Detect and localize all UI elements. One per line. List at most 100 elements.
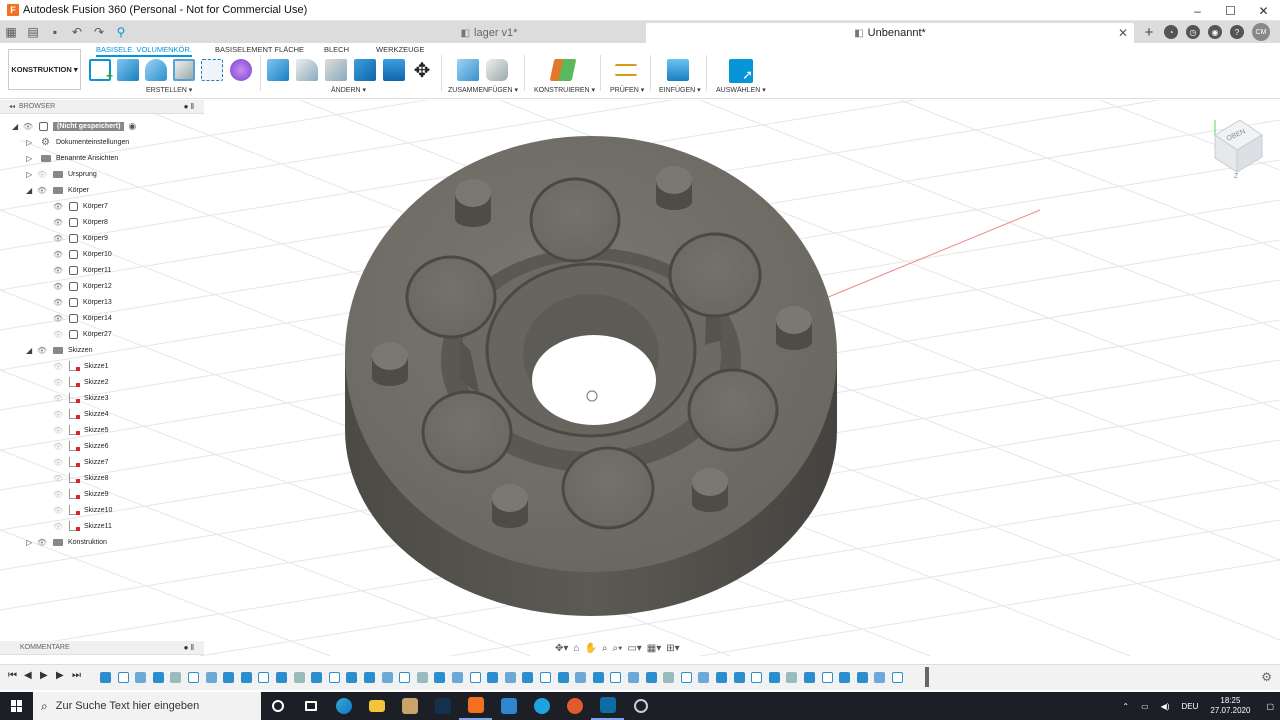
pattern-icon[interactable] xyxy=(201,59,223,81)
viewports-icon[interactable]: ⊞▾ xyxy=(666,643,679,654)
browser-item-sketch[interactable]: 👁 Skizze11 xyxy=(52,518,112,534)
video-editor-icon[interactable] xyxy=(393,692,426,720)
grid-settings-icon[interactable]: ▦▾ xyxy=(647,643,661,654)
group-inspect[interactable]: PRÜFEN ▾ xyxy=(610,86,644,94)
visibility-eye-icon[interactable]: 👁 xyxy=(52,394,64,403)
activate-radio-icon[interactable]: ◉ xyxy=(128,121,136,132)
expand-arrow-icon[interactable]: ▷ xyxy=(26,538,36,547)
app-icon[interactable] xyxy=(492,692,525,720)
collapse-icon[interactable]: ◂◂ xyxy=(9,103,15,110)
timeline-feature-icon[interactable] xyxy=(364,672,375,683)
group-construct[interactable]: KONSTRUIEREN ▾ xyxy=(534,86,595,94)
play-icon[interactable]: ▶ xyxy=(40,670,48,681)
timeline-feature-icon[interactable] xyxy=(276,672,287,683)
timeline-feature-icon[interactable] xyxy=(786,672,798,683)
task-view-icon[interactable] xyxy=(294,692,327,720)
tab-surface[interactable]: BASISELEMENT FLÄCHE xyxy=(215,45,304,54)
browser-item-body[interactable]: 👁 Körper9 xyxy=(52,230,108,246)
collapse-arrow-icon[interactable]: ◢ xyxy=(26,346,36,355)
extrude-icon[interactable] xyxy=(117,59,139,81)
timeline-feature-icon[interactable] xyxy=(716,672,727,683)
timeline-feature-icon[interactable] xyxy=(117,672,129,683)
tab-unbenannt[interactable]: ◧ Unbenannt* ✕ xyxy=(646,23,1134,43)
visibility-eye-icon[interactable]: 👁 xyxy=(52,250,64,259)
visibility-eye-icon[interactable]: 👁 xyxy=(52,378,64,387)
timeline-feature-icon[interactable] xyxy=(188,672,199,683)
timeline-feature-icon[interactable] xyxy=(557,672,569,683)
browser-item-sketches[interactable]: ◢ 👁 Skizzen xyxy=(26,342,93,358)
form-icon[interactable] xyxy=(230,59,252,81)
visibility-eye-icon[interactable]: 👁 xyxy=(36,186,48,195)
job-status-icon[interactable]: ⚲ xyxy=(110,21,132,43)
timeline-feature-icon[interactable] xyxy=(504,672,516,683)
app-icon[interactable] xyxy=(591,692,624,720)
app-icon[interactable] xyxy=(624,692,657,720)
browser-item-sketch[interactable]: 👁 Skizze2 xyxy=(52,374,109,390)
timeline-feature-icon[interactable] xyxy=(874,672,886,683)
timeline-feature-icon[interactable] xyxy=(892,672,903,683)
timeline-settings-icon[interactable]: ⚙ xyxy=(1261,670,1272,684)
timeline-feature-icon[interactable] xyxy=(135,672,147,683)
app-icon[interactable] xyxy=(525,692,558,720)
tab-sheet-metal[interactable]: BLECH xyxy=(324,45,349,54)
extensions-icon[interactable]: ◔ xyxy=(1164,25,1178,39)
visibility-eye-icon[interactable]: 👁 xyxy=(52,474,64,483)
go-to-end-icon[interactable]: ⏭ xyxy=(72,670,81,681)
pan-icon[interactable]: ✋ xyxy=(584,643,596,654)
visibility-eye-icon[interactable]: 👁 xyxy=(22,122,34,131)
visibility-eye-icon[interactable]: 👁 xyxy=(52,522,64,531)
timeline-feature-icon[interactable] xyxy=(592,672,604,683)
move-icon[interactable]: ✥ xyxy=(411,59,433,82)
notification-icon[interactable]: ▢ xyxy=(1266,702,1274,711)
notifications-icon[interactable]: ◉ xyxy=(1208,25,1222,39)
chamfer-icon[interactable] xyxy=(325,59,347,81)
visibility-eye-icon[interactable]: 👁 xyxy=(36,538,48,547)
app-icon[interactable] xyxy=(558,692,591,720)
timeline-feature-icon[interactable] xyxy=(628,672,639,683)
fillet-icon[interactable] xyxy=(296,59,318,81)
visibility-eye-icon[interactable]: 👁 xyxy=(36,170,48,179)
expand-arrow-icon[interactable]: ▷ xyxy=(26,170,36,179)
timeline-marker[interactable] xyxy=(925,667,929,687)
workspace-switcher[interactable]: KONSTRUKTION ▾ xyxy=(8,49,81,90)
timeline-feature-icon[interactable] xyxy=(768,672,780,683)
visibility-eye-icon[interactable]: 👁 xyxy=(52,426,64,435)
browser-root[interactable]: ◢ 👁 (Nicht gespeichert) ◉ xyxy=(12,118,136,134)
browser-item-body[interactable]: 👁 Körper7 xyxy=(52,198,108,214)
browser-item-body[interactable]: 👁 Körper14 xyxy=(52,310,112,326)
collapse-arrow-icon[interactable]: ◢ xyxy=(26,186,36,195)
shell-icon[interactable] xyxy=(354,59,376,81)
timeline-feature-icon[interactable] xyxy=(751,672,763,683)
offset-plane-icon[interactable] xyxy=(549,59,577,81)
browser-item-body[interactable]: 👁 Körper27 xyxy=(52,326,112,342)
volume-icon[interactable]: ◀) xyxy=(1161,702,1170,711)
hole-icon[interactable] xyxy=(173,59,195,81)
browser-item-sketch[interactable]: 👁 Skizze7 xyxy=(52,454,109,470)
minimize-button[interactable]: – xyxy=(1181,0,1214,21)
collapse-arrow-icon[interactable]: ◢ xyxy=(12,122,22,131)
browser-item-bodies[interactable]: ◢ 👁 Körper xyxy=(26,182,89,198)
browser-item-body[interactable]: 👁 Körper11 xyxy=(52,262,111,278)
visibility-eye-icon[interactable]: 👁 xyxy=(52,442,64,451)
browser-item-construction[interactable]: ▷ 👁 Konstruktion xyxy=(26,534,107,550)
save-icon[interactable]: ▪ xyxy=(44,21,66,43)
step-forward-icon[interactable]: ▶ xyxy=(56,670,64,681)
browser-item-body[interactable]: 👁 Körper13 xyxy=(52,294,112,310)
browser-header[interactable]: ◂◂ BROWSER ● ‖ xyxy=(0,100,204,114)
display-settings-icon[interactable]: ▭▾ xyxy=(627,643,641,654)
zoom-icon[interactable]: ⌕ xyxy=(602,643,608,654)
browser-options-icon[interactable]: ● ‖ xyxy=(184,102,194,111)
start-button[interactable] xyxy=(0,692,33,720)
avatar[interactable]: CM xyxy=(1252,23,1270,41)
visibility-eye-icon[interactable]: 👁 xyxy=(52,298,64,307)
timeline-feature-icon[interactable] xyxy=(856,672,868,683)
timeline-feature-icon[interactable] xyxy=(487,672,499,683)
browser-item-sketch[interactable]: 👁 Skizze3 xyxy=(52,390,109,406)
timeline-feature-icon[interactable] xyxy=(452,672,463,683)
group-insert[interactable]: EINFÜGEN ▾ xyxy=(659,86,701,94)
timeline-feature-icon[interactable] xyxy=(469,672,481,683)
close-button[interactable]: ✕ xyxy=(1247,0,1280,21)
timeline-feature-icon[interactable] xyxy=(698,672,710,683)
visibility-eye-icon[interactable]: 👁 xyxy=(52,218,64,227)
timeline-feature-icon[interactable] xyxy=(328,672,340,683)
